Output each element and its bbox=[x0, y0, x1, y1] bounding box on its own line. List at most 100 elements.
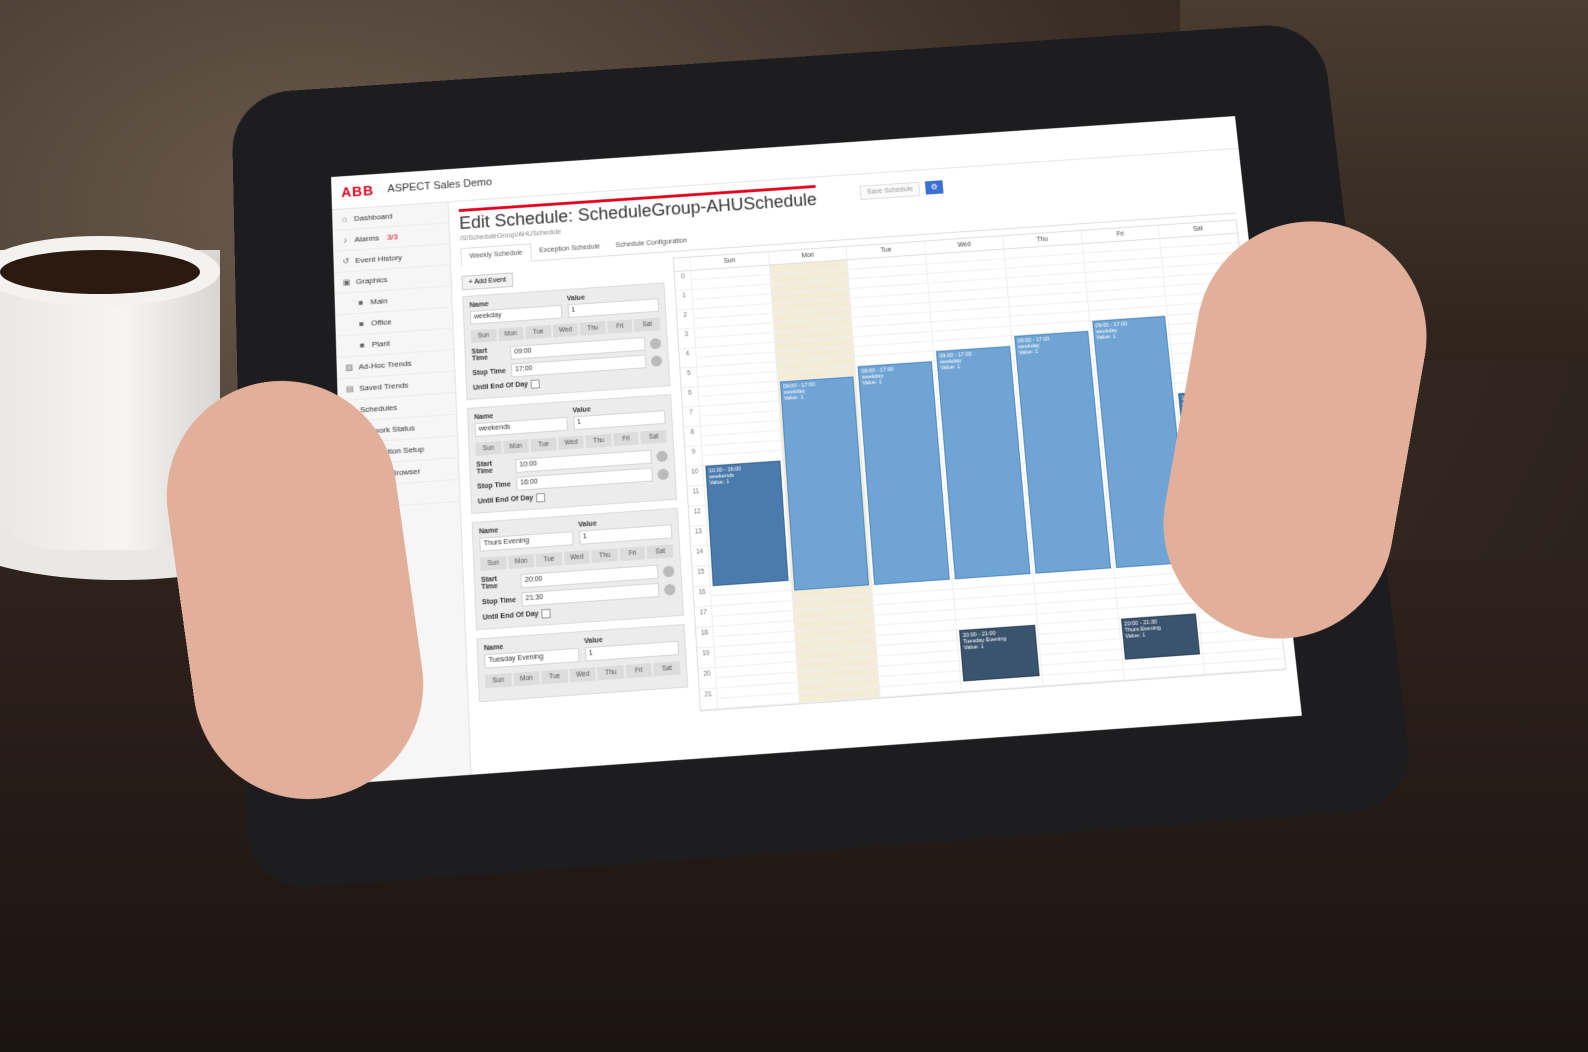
hour-label: 18 bbox=[696, 627, 714, 649]
schedule-event-block[interactable]: 09:00 - 17:00 weekday Value: 1 bbox=[779, 376, 870, 591]
folder-icon: ■ bbox=[359, 340, 365, 350]
history-icon: ↺ bbox=[342, 256, 350, 266]
event-card: Name Thurs Evening Value 1 Sun Mon Tue Wed Thu Fr… bbox=[471, 507, 685, 631]
hour-label: 11 bbox=[687, 485, 705, 507]
hour-label: 10 bbox=[686, 466, 704, 488]
day-toggle[interactable]: Sun bbox=[480, 555, 507, 571]
sidebar-item-label: Ad-Hoc Trends bbox=[358, 358, 412, 372]
hour-label: 16 bbox=[693, 586, 711, 608]
stop-time-label: Stop Time bbox=[476, 480, 512, 491]
add-event-button[interactable]: + Add Event bbox=[461, 272, 514, 291]
until-end-of-day-label: Until End Of Day bbox=[482, 610, 539, 622]
clock-icon[interactable] bbox=[650, 354, 663, 367]
start-time-label: Start Time bbox=[471, 347, 489, 363]
until-end-of-day-checkbox[interactable] bbox=[536, 492, 546, 503]
clock-icon[interactable] bbox=[657, 467, 669, 480]
day-toggle[interactable]: Sat bbox=[653, 661, 681, 677]
day-toggle[interactable]: Wed bbox=[557, 435, 585, 451]
hour-label: 4 bbox=[679, 348, 697, 369]
day-toggle[interactable]: Thu bbox=[585, 433, 612, 449]
event-list: + Add Event Name weekday Value 1 Sun Mon Tue We… bbox=[461, 258, 689, 727]
day-toggle[interactable]: Tue bbox=[525, 324, 552, 340]
day-toggle[interactable]: Sat bbox=[647, 544, 674, 560]
day-toggle[interactable]: Fri bbox=[619, 546, 646, 562]
sidebar-item-label: Alarms bbox=[354, 233, 380, 244]
until-end-of-day-label: Until End Of Day bbox=[477, 494, 534, 506]
day-toggle[interactable]: Wed bbox=[552, 323, 579, 338]
day-toggle[interactable]: Sat bbox=[634, 317, 661, 332]
until-end-of-day-checkbox[interactable] bbox=[530, 379, 541, 389]
hour-label: 14 bbox=[691, 545, 709, 568]
day-toggle[interactable]: Tue bbox=[541, 669, 568, 685]
sidebar-item-label: Graphics bbox=[355, 275, 388, 287]
hour-label: 17 bbox=[694, 606, 713, 629]
day-toggle[interactable]: Tue bbox=[535, 552, 563, 568]
sidebar-item-label: Main bbox=[370, 296, 388, 307]
abb-logo: ABB bbox=[341, 182, 375, 200]
tab-weekly-schedule[interactable]: Weekly Schedule bbox=[460, 243, 532, 267]
day-toggle[interactable]: Tue bbox=[530, 437, 557, 453]
until-end-of-day-label: Until End Of Day bbox=[472, 381, 529, 392]
day-toggle[interactable]: Wed bbox=[569, 667, 597, 683]
event-card: Name weekday Value 1 Sun Mon Tue Wed Thu Fri Sat St… bbox=[462, 282, 671, 401]
day-toggle[interactable]: Sun bbox=[475, 441, 502, 456]
clock-icon[interactable] bbox=[662, 564, 675, 577]
day-toggle[interactable]: Mon bbox=[507, 554, 535, 569]
day-toggle[interactable]: Wed bbox=[563, 550, 591, 566]
chart-icon: ▥ bbox=[345, 362, 354, 373]
name-field-group: Name weekends bbox=[474, 408, 568, 438]
hour-label: 12 bbox=[688, 505, 707, 527]
hour-label: 6 bbox=[681, 387, 699, 408]
tab-schedule-configuration[interactable]: Schedule Configuration bbox=[607, 232, 695, 255]
day-toggle[interactable]: Thu bbox=[597, 665, 625, 681]
coffee bbox=[0, 250, 200, 294]
value-field-group: Value 1 bbox=[578, 515, 673, 545]
hour-label: 3 bbox=[678, 328, 696, 350]
clock-icon[interactable] bbox=[656, 450, 668, 462]
day-toggle[interactable]: Mon bbox=[497, 326, 524, 342]
sidebar-item-label: Saved Trends bbox=[359, 380, 409, 393]
schedule-event-block[interactable]: 20:00 - 21:30 Thurs Evening Value: 1 bbox=[1120, 613, 1201, 660]
day-toggle[interactable]: Fri bbox=[625, 663, 653, 679]
name-field-group: Name Tuesday Evening bbox=[484, 639, 579, 669]
folder-icon: ■ bbox=[359, 319, 365, 329]
hour-label: 21 bbox=[699, 688, 718, 711]
day-toggle[interactable]: Fri bbox=[613, 431, 640, 447]
clock-icon[interactable] bbox=[663, 583, 676, 596]
tab-exception-schedule[interactable]: Exception Schedule bbox=[531, 238, 608, 260]
hour-label: 15 bbox=[692, 566, 710, 588]
hour-label: 0 bbox=[674, 270, 692, 292]
image-icon: ▣ bbox=[342, 277, 351, 287]
event-card: Name weekends Value 1 Sun Mon Tue Wed Thu Fri Sat S… bbox=[466, 393, 678, 515]
hour-label: 2 bbox=[676, 309, 694, 330]
stop-time-label: Stop Time bbox=[472, 367, 507, 377]
save-icon: ▤ bbox=[345, 384, 354, 394]
schedule-event-block[interactable]: 10:00 - 16:00weekendsValue: 1 bbox=[705, 460, 789, 587]
hour-label: 8 bbox=[683, 426, 702, 448]
day-toggle[interactable]: Sun bbox=[484, 673, 512, 689]
until-end-of-day-checkbox[interactable] bbox=[541, 608, 552, 619]
day-toggle[interactable]: Thu bbox=[591, 548, 618, 564]
hour-label: 5 bbox=[680, 367, 698, 389]
start-time-label: Start Time bbox=[480, 575, 498, 592]
hour-label: 7 bbox=[682, 406, 700, 428]
sidebar-item-label: Dashboard bbox=[353, 211, 393, 223]
value-field-group: Value 1 bbox=[572, 401, 666, 431]
sidebar-item-label: Event History bbox=[355, 253, 403, 265]
stop-time-label: Stop Time bbox=[481, 596, 517, 606]
schedule-event-block[interactable]: 20:00 - 21:00 Tuesday Evening Value: 1 bbox=[959, 624, 1040, 682]
hour-label: 20 bbox=[698, 668, 717, 690]
day-toggle[interactable]: Fri bbox=[607, 319, 634, 334]
day-toggle[interactable]: Mon bbox=[513, 671, 540, 687]
name-field-group: Name Thurs Evening bbox=[479, 522, 574, 552]
name-field-group: Name weekday bbox=[469, 296, 562, 325]
day-toggle[interactable]: Sat bbox=[640, 429, 667, 445]
hour-label: 19 bbox=[697, 647, 715, 670]
settings-button[interactable]: ⚙ bbox=[924, 180, 944, 195]
value-field-group: Value 1 bbox=[584, 632, 680, 662]
clock-icon[interactable] bbox=[649, 337, 662, 349]
tablet-screen: ABB ASPECT Sales Demo ⌂ Dashboard ♪ Alarms 3… bbox=[331, 116, 1302, 784]
day-toggle[interactable]: Mon bbox=[502, 439, 530, 454]
day-toggle[interactable]: Thu bbox=[579, 321, 606, 336]
day-toggle[interactable]: Sun bbox=[470, 328, 497, 344]
